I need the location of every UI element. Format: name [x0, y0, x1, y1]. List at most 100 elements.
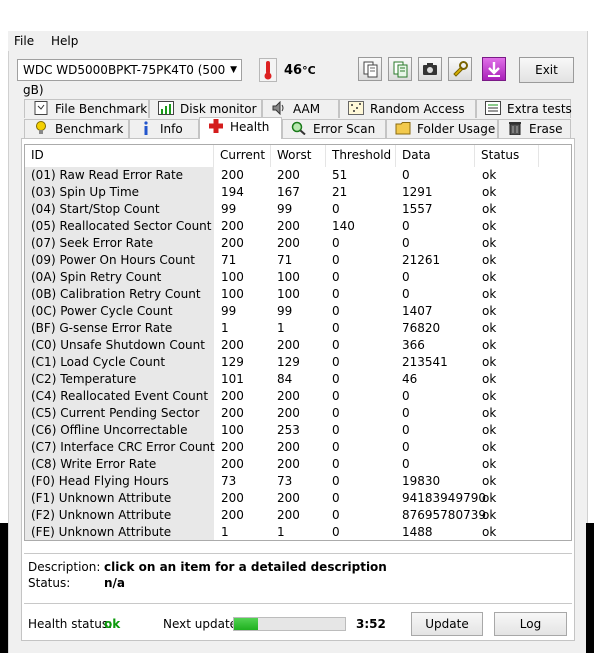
- update-button[interactable]: Update: [411, 612, 483, 636]
- table-row[interactable]: (C0) Unsafe Shutdown Count 200 200 0 366 ok: [25, 337, 571, 354]
- column-header-worst[interactable]: Worst: [271, 145, 326, 167]
- camera-icon: [423, 63, 437, 75]
- drive-select[interactable]: WDC WD5000BPKT-75PK4T0 (500 gB) ▼: [17, 59, 242, 97]
- table-row[interactable]: (04) Start/Stop Count 99 99 0 1557 ok: [25, 201, 571, 218]
- attr-worst: 200: [277, 440, 300, 454]
- attr-worst: 1: [277, 525, 285, 539]
- attr-status: ok: [482, 491, 497, 505]
- attr-worst: 200: [277, 168, 300, 182]
- attr-data: 87695780739: [402, 508, 486, 522]
- attr-data: 0: [402, 406, 410, 420]
- column-header-id[interactable]: ID: [25, 145, 214, 167]
- table-row[interactable]: (0A) Spin Retry Count 100 100 0 0 ok: [25, 269, 571, 286]
- attr-data: 0: [402, 168, 410, 182]
- attr-threshold: 0: [332, 287, 340, 301]
- copy-icon: [363, 61, 378, 78]
- table-row[interactable]: (C4) Reallocated Event Count 200 200 0 0 ok: [25, 388, 571, 405]
- attr-data: 0: [402, 389, 410, 403]
- table-row[interactable]: (C7) Interface CRC Error Count 200 200 0 0 ok: [25, 439, 571, 456]
- attr-id: (C8) Write Error Rate: [25, 456, 214, 473]
- attr-status: ok: [482, 525, 497, 539]
- attr-threshold: 51: [332, 168, 348, 182]
- temperature-readout: 46°C: [284, 63, 316, 78]
- table-row[interactable]: (0C) Power Cycle Count 99 99 0 1407 ok: [25, 303, 571, 320]
- next-update-label: Next update:: [163, 617, 242, 631]
- table-row[interactable]: (C1) Load Cycle Count 129 129 0 213541 ok: [25, 354, 571, 371]
- table-row[interactable]: (FE) Unknown Attribute 1 1 0 1488 ok: [25, 524, 571, 540]
- exit-button[interactable]: Exit: [519, 57, 574, 83]
- attr-current: 200: [221, 168, 244, 182]
- tab-health[interactable]: Health: [199, 117, 282, 139]
- tab-error-scan[interactable]: Error Scan: [282, 119, 386, 138]
- table-row[interactable]: (F2) Unknown Attribute 200 200 0 87695780739…: [25, 507, 571, 524]
- tab-random-access[interactable]: Random Access: [339, 99, 476, 118]
- tab-erase[interactable]: Erase: [498, 119, 571, 138]
- log-button[interactable]: Log: [494, 612, 567, 636]
- options-button[interactable]: [448, 57, 472, 81]
- tab-label: Benchmark: [55, 122, 124, 136]
- table-row[interactable]: (05) Reallocated Sector Count 200 200 140 0 o…: [25, 218, 571, 235]
- table-row[interactable]: (C5) Current Pending Sector 200 200 0 0 ok: [25, 405, 571, 422]
- attr-data: 0: [402, 236, 410, 250]
- tab-extra-tests[interactable]: Extra tests: [476, 99, 572, 118]
- table-row[interactable]: (09) Power On Hours Count 71 71 0 21261 ok: [25, 252, 571, 269]
- attr-worst: 200: [277, 508, 300, 522]
- menu-help[interactable]: Help: [51, 34, 78, 48]
- attr-current: 200: [221, 508, 244, 522]
- table-row[interactable]: (07) Seek Error Rate 200 200 0 0 ok: [25, 235, 571, 252]
- attr-status: ok: [482, 389, 497, 403]
- tab-label: Health: [230, 120, 270, 134]
- table-row[interactable]: (01) Raw Read Error Rate 200 200 51 0 ok: [25, 167, 571, 184]
- tab-benchmark[interactable]: Benchmark: [24, 119, 129, 138]
- attr-threshold: 0: [332, 508, 340, 522]
- attr-worst: 200: [277, 236, 300, 250]
- attr-status: ok: [482, 185, 497, 199]
- copy-button[interactable]: [358, 57, 382, 81]
- attr-current: 200: [221, 236, 244, 250]
- attr-worst: 129: [277, 355, 300, 369]
- attr-worst: 100: [277, 287, 300, 301]
- column-header-status[interactable]: Status: [475, 145, 539, 167]
- table-row[interactable]: (F0) Head Flying Hours 73 73 0 19830 ok: [25, 473, 571, 490]
- table-row[interactable]: (C2) Temperature 101 84 0 46 ok: [25, 371, 571, 388]
- next-update-progress: [233, 617, 346, 631]
- tab-file-benchmark[interactable]: File Benchmark: [24, 99, 149, 118]
- attr-id: (C2) Temperature: [25, 371, 214, 388]
- tab-label: Error Scan: [313, 122, 376, 136]
- column-header-threshold[interactable]: Threshold: [326, 145, 396, 167]
- trash-icon: [509, 122, 521, 135]
- table-row[interactable]: (BF) G-sense Error Rate 1 1 0 76820 ok: [25, 320, 571, 337]
- table-row[interactable]: (F1) Unknown Attribute 200 200 0 94183949790…: [25, 490, 571, 507]
- tab-info[interactable]: Info: [129, 119, 199, 138]
- column-header-current[interactable]: Current: [214, 145, 271, 167]
- attr-status: ok: [482, 372, 497, 386]
- attr-data: 1488: [402, 525, 433, 539]
- copy-all-button[interactable]: [388, 57, 412, 81]
- table-row[interactable]: (C8) Write Error Rate 200 200 0 0 ok: [25, 456, 571, 473]
- screenshot-button[interactable]: [418, 57, 442, 81]
- attr-id: (C6) Offline Uncorrectable: [25, 422, 214, 439]
- attr-status: ok: [482, 236, 497, 250]
- progress-fill: [234, 618, 259, 630]
- smart-attributes-table[interactable]: ID Current Worst Threshold Data Status (…: [24, 144, 572, 541]
- tab-label: Extra tests: [507, 102, 572, 116]
- tab-folder-usage[interactable]: Folder Usage: [386, 119, 498, 138]
- attr-current: 73: [221, 474, 237, 488]
- attr-id: (0C) Power Cycle Count: [25, 303, 214, 320]
- status-label: Status:: [28, 576, 71, 590]
- speaker-icon: [272, 101, 284, 115]
- menu-file[interactable]: File: [14, 34, 34, 48]
- column-header-data[interactable]: Data: [396, 145, 475, 167]
- attr-current: 1: [221, 321, 229, 335]
- attr-threshold: 0: [332, 236, 340, 250]
- table-row[interactable]: (0B) Calibration Retry Count 100 100 0 0 ok: [25, 286, 571, 303]
- save-button[interactable]: [482, 57, 506, 81]
- attr-current: 194: [221, 185, 244, 199]
- tab-disk-monitor[interactable]: Disk monitor: [149, 99, 262, 118]
- table-row[interactable]: (C6) Offline Uncorrectable 100 253 0 0 ok: [25, 422, 571, 439]
- temperature-unit: °C: [302, 64, 316, 77]
- attr-current: 129: [221, 355, 244, 369]
- table-row[interactable]: (03) Spin Up Time 194 167 21 1291 ok: [25, 184, 571, 201]
- tab-aam[interactable]: AAM: [262, 99, 339, 118]
- attr-threshold: 0: [332, 491, 340, 505]
